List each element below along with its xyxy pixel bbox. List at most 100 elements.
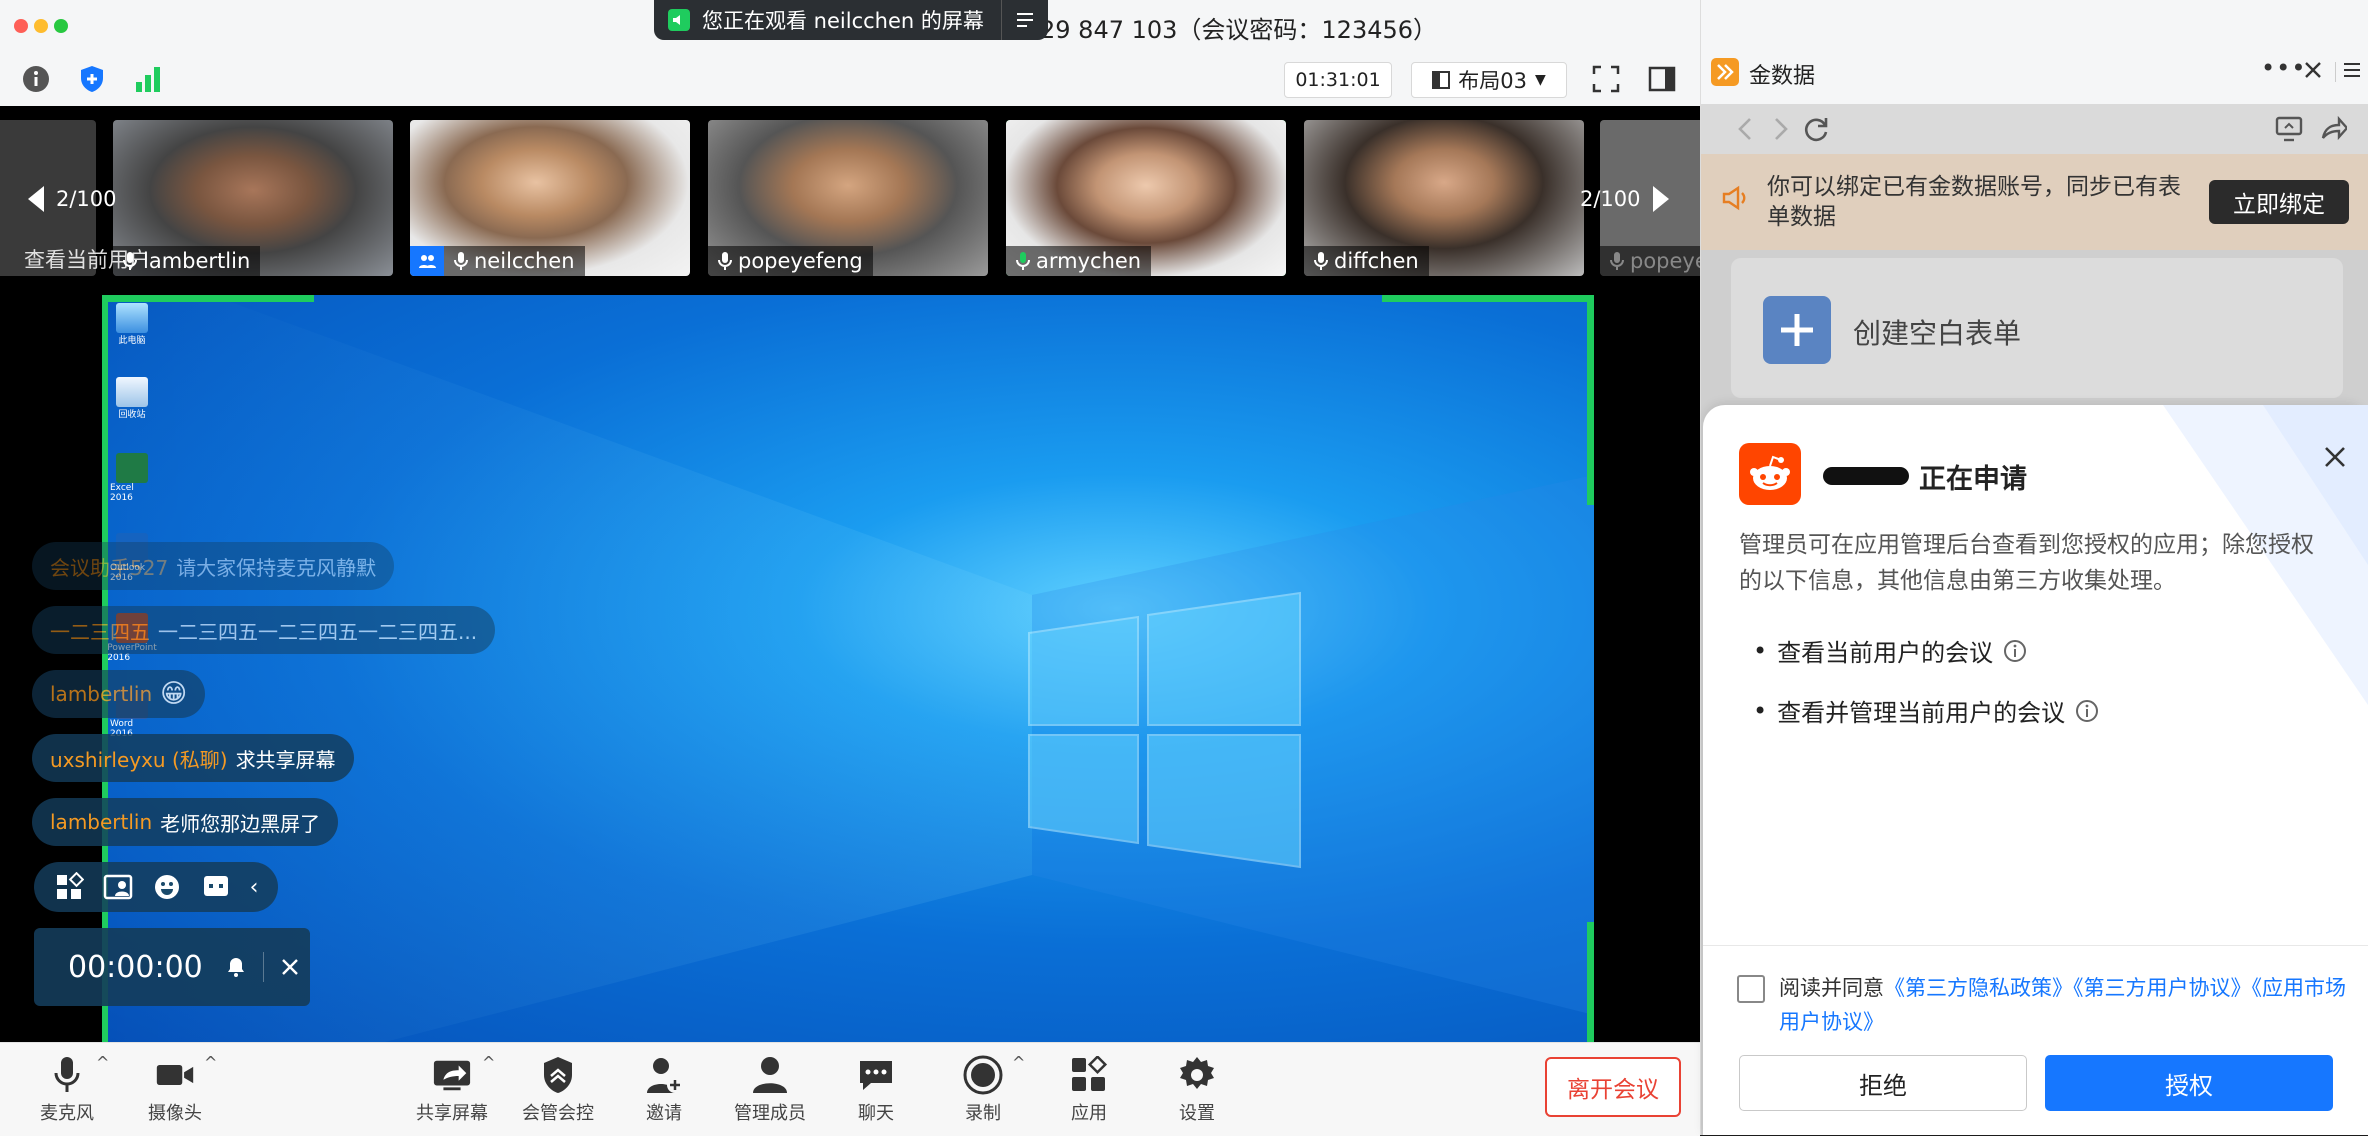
camera-options-caret-icon[interactable]: ^ — [204, 1053, 217, 1072]
info-icon[interactable] — [2003, 639, 2027, 663]
jinshuju-logo-icon — [1711, 58, 1739, 86]
participant-tile[interactable]: neilcchen — [410, 120, 690, 276]
privacy-policy-link[interactable]: 《第三方隐私政策》 — [1884, 976, 2073, 1000]
participant-strip: lambertlin neilcchen popeyefeng armychen… — [0, 106, 1700, 290]
participant-tile[interactable]: diffchen — [1304, 120, 1584, 276]
redacted-username — [1823, 467, 1909, 485]
collapse-chevron-icon[interactable]: ‹ — [250, 875, 259, 900]
authorization-dialog: 正在申请 管理员可在应用管理后台查看到您授权的应用；除您授权的以下信息，其他信息… — [1703, 405, 2368, 1135]
leave-meeting-button[interactable]: 离开会议 — [1545, 1057, 1681, 1117]
participant-tile-active[interactable]: armychen — [1006, 120, 1286, 276]
forward-arrow-icon[interactable] — [1769, 116, 1791, 142]
microphone-icon — [718, 252, 732, 270]
refresh-icon[interactable] — [1801, 114, 1831, 144]
share-arrow-icon[interactable] — [2319, 114, 2347, 142]
hamburger-menu-icon[interactable] — [2343, 62, 2361, 78]
participant-name: diffchen — [1334, 249, 1419, 273]
apps-grid-icon[interactable] — [54, 872, 84, 902]
speaking-frame-edge — [1382, 295, 1594, 302]
record-icon — [963, 1055, 1003, 1095]
participant-name: lambertlin — [143, 249, 251, 273]
mic-options-caret-icon[interactable]: ^ — [96, 1053, 109, 1072]
agree-checkbox[interactable] — [1737, 975, 1765, 1003]
dialog-description: 管理员可在应用管理后台查看到您授权的应用；除您授权的以下信息，其他信息由第三方收… — [1739, 532, 2314, 594]
overlay-text: 查看当前用户 — [24, 248, 150, 272]
chevron-down-icon: ▼ — [1534, 72, 1546, 88]
danmaku-icon[interactable] — [201, 872, 231, 902]
applying-label: 正在申请 — [1919, 464, 2027, 495]
microphone-icon — [1610, 252, 1624, 270]
reject-button[interactable]: 拒绝 — [1739, 1055, 2027, 1111]
authorize-button[interactable]: 授权 — [2045, 1055, 2333, 1111]
desktop-icon-computer[interactable]: 此电脑 — [110, 303, 154, 346]
permission-item: • 查看并管理当前用户的会议 — [1753, 693, 2099, 728]
agreement-text: 阅读并同意《第三方隐私政策》《第三方用户协议》《应用市场用户协议》 — [1779, 976, 2346, 1034]
info-icon[interactable] — [2075, 699, 2099, 723]
page-indicator-left: 2/100 — [56, 187, 117, 211]
chevron-right-icon — [1652, 186, 1669, 212]
microphone-active-icon — [1016, 252, 1030, 270]
create-blank-form[interactable]: 创建空白表单 — [1853, 312, 2021, 352]
speaking-frame-edge — [1587, 922, 1594, 1042]
emoji-icon[interactable] — [152, 872, 182, 902]
create-form-plus-icon[interactable] — [1763, 296, 1831, 364]
sidebar-toggle-icon[interactable] — [1644, 61, 1680, 97]
speaking-frame-edge — [1587, 295, 1594, 505]
microphone-icon — [454, 252, 468, 270]
bottom-toolbar: 麦克风 ^ 摄像头 ^ 共享屏幕 ^ 会管会控 邀请 管理成员 聊天 录制 ^ … — [0, 1042, 1700, 1136]
layout-select[interactable]: 布局03 ▼ — [1411, 62, 1567, 98]
settings-button[interactable]: 设置 — [1152, 1055, 1242, 1125]
share-banner-text: 您正在观看 neilcchen 的屏幕 — [702, 9, 984, 33]
menu-icon[interactable] — [1002, 10, 1048, 30]
previous-page-button[interactable]: 2/100 — [24, 184, 117, 214]
bind-now-button[interactable]: 立即绑定 — [2209, 180, 2349, 224]
participant-tile[interactable]: popeyefeng — [708, 120, 988, 276]
minimize-window-button[interactable] — [34, 19, 48, 33]
meeting-toolbar: 01:31:01 布局03 ▼ — [0, 52, 1700, 107]
close-icon[interactable] — [280, 957, 300, 977]
participant-name: popeyefeng — [738, 249, 863, 273]
bell-icon[interactable] — [225, 956, 247, 978]
layout-label: 布局03 — [1458, 69, 1527, 93]
next-page-button[interactable]: 2/100 — [1580, 184, 1673, 214]
close-panel-icon[interactable] — [2303, 60, 2323, 80]
user-agreement-link[interactable]: 《第三方用户协议》 — [2073, 976, 2252, 1000]
speaking-frame-edge — [102, 295, 314, 302]
back-arrow-icon[interactable] — [1735, 116, 1757, 142]
participant-tile[interactable]: lambertlin — [113, 120, 393, 276]
info-icon[interactable] — [18, 61, 54, 97]
zoom-window-button[interactable] — [54, 19, 68, 33]
share-options-caret-icon[interactable]: ^ — [482, 1053, 495, 1072]
members-icon — [753, 1057, 787, 1093]
user-card-icon[interactable] — [103, 872, 133, 902]
security-shield-icon[interactable] — [74, 61, 110, 97]
recording-time: 00:00:00 — [68, 949, 203, 985]
desktop-icon-excel[interactable]: Excel 2016 — [110, 453, 154, 503]
manage-members-button[interactable]: 管理成员 — [725, 1055, 815, 1125]
signal-strength-icon[interactable] — [130, 61, 166, 97]
meeting-info: 29 847 103（会议密码：123456） — [1040, 16, 1438, 44]
apps-icon — [1072, 1056, 1108, 1091]
share-banner: 您正在观看 neilcchen 的屏幕 — [654, 0, 1048, 40]
chat-message: 一二三四五 一二三四五一二三四五一二三四五... — [32, 606, 496, 654]
layout-icon — [1432, 71, 1451, 89]
close-window-button[interactable] — [14, 19, 28, 33]
panel-title: 金数据 — [1749, 64, 1816, 89]
chevron-left-icon — [28, 186, 44, 212]
apps-button[interactable]: 应用 — [1044, 1055, 1134, 1125]
floating-tools: ‹ — [34, 862, 278, 912]
bind-notice: 你可以绑定已有金数据账号，同步已有表单数据 — [1767, 174, 2181, 230]
screen-share-icon[interactable] — [2275, 116, 2303, 142]
camera-icon — [156, 1065, 194, 1085]
invite-button[interactable]: 邀请 — [619, 1055, 709, 1125]
desktop-icon-recycle-bin[interactable]: 回收站 — [110, 377, 154, 420]
record-options-caret-icon[interactable]: ^ — [1012, 1053, 1025, 1072]
microphone-icon — [54, 1057, 80, 1092]
chat-button[interactable]: 聊天 — [831, 1055, 921, 1125]
more-options-icon[interactable]: ••• — [2261, 54, 2306, 82]
windows-logo-icon — [102, 295, 1594, 1042]
meeting-control-button[interactable]: 会管会控 — [513, 1055, 603, 1125]
close-dialog-icon[interactable] — [2323, 445, 2347, 469]
fullscreen-icon[interactable] — [1588, 61, 1624, 97]
chat-message: lambertlin 😁 — [32, 670, 206, 718]
